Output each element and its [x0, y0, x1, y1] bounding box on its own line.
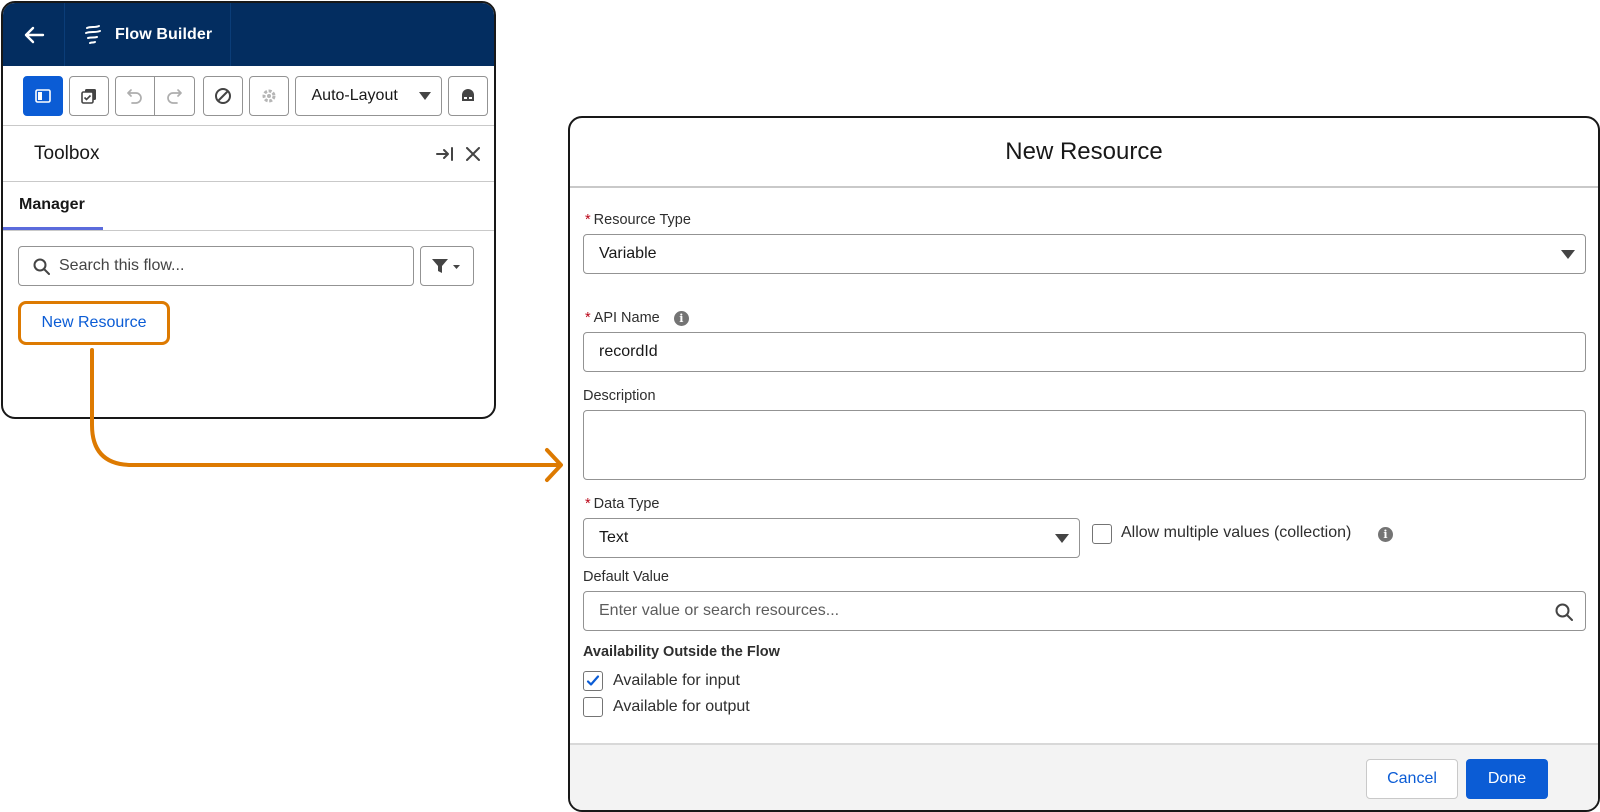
- filter-button[interactable]: [420, 246, 474, 286]
- layout-select-value: Auto-Layout: [311, 86, 398, 104]
- dropdown-caret-icon: [419, 91, 432, 100]
- app-header: Flow Builder: [3, 3, 494, 66]
- layout-select[interactable]: Auto-Layout: [294, 75, 443, 116]
- dropdown-caret-icon: [1055, 534, 1069, 543]
- info-icon[interactable]: i: [1378, 527, 1393, 542]
- deactivate-button[interactable]: [202, 75, 243, 116]
- search-input[interactable]: Search this flow...: [18, 246, 414, 286]
- search-icon: [33, 258, 50, 275]
- toolbar: Auto-Layout: [3, 66, 494, 126]
- availability-title: Availability Outside the Flow: [583, 644, 780, 660]
- toolbox-header: Toolbox: [3, 126, 494, 182]
- api-name-input[interactable]: recordId: [583, 332, 1586, 372]
- description-label: Description: [583, 388, 656, 404]
- back-arrow-icon: [24, 26, 44, 43]
- redo-icon: [167, 88, 183, 104]
- data-type-value: Text: [599, 529, 629, 546]
- available-input-checkbox[interactable]: [583, 671, 603, 691]
- required-marker: *: [585, 496, 591, 512]
- available-output-checkbox[interactable]: [583, 697, 603, 717]
- search-placeholder: Search this flow...: [59, 257, 185, 274]
- collapse-right-icon[interactable]: [436, 146, 454, 162]
- back-button[interactable]: [3, 3, 65, 66]
- new-resource-modal: New Resource * Resource Type Variable * AP…: [568, 116, 1600, 812]
- modal-footer: Cancel Done: [570, 743, 1598, 810]
- data-type-label: * Data Type: [585, 496, 660, 512]
- data-type-select[interactable]: Text: [583, 518, 1080, 558]
- required-marker: *: [585, 310, 591, 326]
- settings-button[interactable]: [248, 75, 289, 116]
- flow-logo-icon: [85, 24, 101, 44]
- toggle-toolbox-button[interactable]: [23, 75, 63, 116]
- app-title: Flow Builder: [115, 25, 213, 43]
- resource-type-select[interactable]: Variable: [583, 234, 1586, 274]
- default-value-placeholder: Enter value or search resources...: [599, 602, 840, 619]
- block-icon: [214, 87, 231, 104]
- app-title-area: Flow Builder: [65, 3, 231, 66]
- redo-button[interactable]: [154, 75, 195, 116]
- default-value-input[interactable]: Enter value or search resources...: [583, 591, 1586, 631]
- new-resource-button[interactable]: New Resource: [18, 301, 170, 345]
- allow-multiple-label: Allow multiple values (collection): [1121, 524, 1352, 541]
- description-textarea[interactable]: [583, 410, 1586, 480]
- modal-header: New Resource: [570, 118, 1598, 188]
- flow-builder-panel: Flow Builder Auto-Layout Toolbox Manager…: [1, 1, 496, 419]
- undo-redo-group: [114, 75, 195, 116]
- tab-manager[interactable]: Manager: [3, 182, 103, 230]
- allow-multiple-checkbox[interactable]: [1092, 524, 1112, 544]
- modal-title: New Resource: [1005, 138, 1163, 165]
- done-button[interactable]: Done: [1466, 759, 1548, 799]
- undo-button[interactable]: [114, 75, 155, 116]
- close-icon[interactable]: [466, 146, 480, 161]
- checkmark-icon: [586, 675, 600, 686]
- toolbox-tabs: Manager: [3, 182, 494, 231]
- dropdown-caret-icon: [1561, 250, 1575, 259]
- available-output-label: Available for output: [613, 698, 750, 715]
- toolbox-title: Toolbox: [34, 142, 100, 164]
- cancel-button[interactable]: Cancel: [1366, 759, 1458, 799]
- required-marker: *: [585, 212, 591, 228]
- search-icon: [1555, 603, 1573, 621]
- check-errors-button[interactable]: [68, 75, 109, 116]
- toolbox-toggle-icon: [35, 88, 51, 103]
- api-name-value: recordId: [599, 343, 658, 360]
- default-value-label: Default Value: [583, 569, 669, 585]
- filter-icon: [432, 259, 460, 273]
- checklist-icon: [81, 88, 96, 104]
- debug-button[interactable]: [448, 75, 488, 116]
- search-row: Search this flow...: [3, 231, 494, 286]
- debug-icon: [462, 88, 475, 101]
- resource-type-label: * Resource Type: [585, 212, 691, 228]
- modal-body: * Resource Type Variable * API Name i reco…: [570, 188, 1598, 745]
- info-icon[interactable]: i: [673, 311, 689, 326]
- gear-icon: [262, 89, 276, 102]
- available-input-label: Available for input: [613, 672, 740, 689]
- resource-type-value: Variable: [599, 245, 657, 262]
- api-name-label: * API Name i: [585, 310, 689, 326]
- undo-icon: [126, 88, 142, 104]
